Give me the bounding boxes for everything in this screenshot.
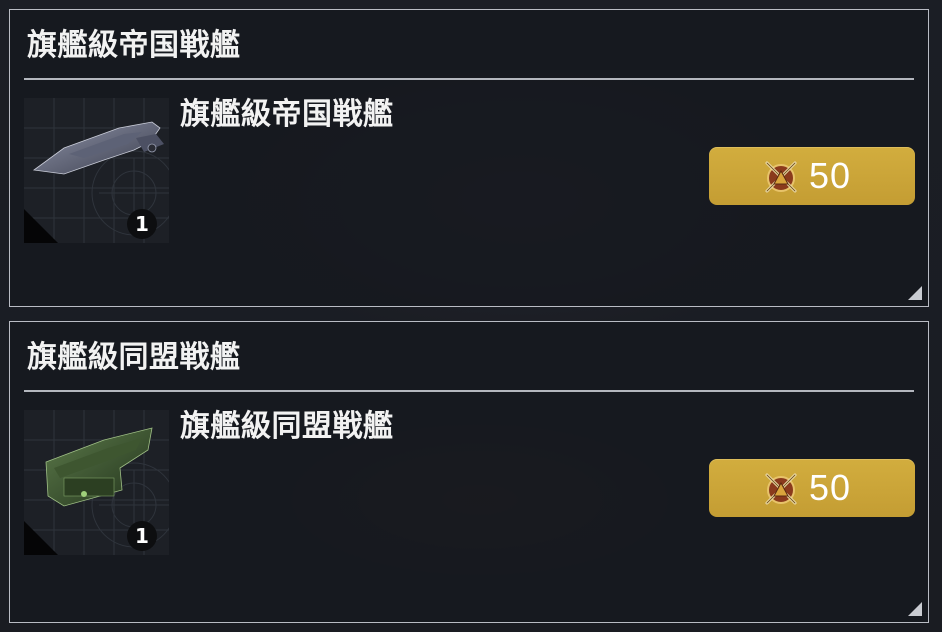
card-title: 旗艦級同盟戦艦 — [27, 340, 241, 375]
corner-triangle-mark — [24, 209, 58, 243]
buy-price-button[interactable]: 50 — [709, 147, 915, 205]
quantity-badge: 1 — [127, 209, 157, 239]
quantity-badge: 1 — [127, 521, 157, 551]
shop-item-card: 旗艦級同盟戦艦 1 旗艦級同盟戦艦 50 — [9, 321, 929, 623]
resize-grip[interactable] — [908, 286, 922, 300]
crossed-swords-emblem-icon — [765, 161, 797, 193]
card-divider — [24, 390, 914, 392]
item-name: 旗艦級帝国戦艦 — [180, 97, 394, 132]
corner-triangle-mark — [24, 521, 58, 555]
item-thumbnail[interactable]: 1 — [24, 98, 169, 243]
price-value: 50 — [809, 155, 852, 196]
item-name: 旗艦級同盟戦艦 — [180, 409, 394, 444]
resize-grip[interactable] — [908, 602, 922, 616]
item-thumbnail[interactable]: 1 — [24, 410, 169, 555]
card-divider — [24, 78, 914, 80]
buy-price-button[interactable]: 50 — [709, 459, 915, 517]
card-title: 旗艦級帝国戦艦 — [27, 28, 241, 63]
shop-item-card: 旗艦級帝国戦艦 1 旗艦級帝国戦艦 50 — [9, 9, 929, 307]
crossed-swords-emblem-icon — [765, 473, 797, 505]
price-value: 50 — [809, 467, 852, 508]
